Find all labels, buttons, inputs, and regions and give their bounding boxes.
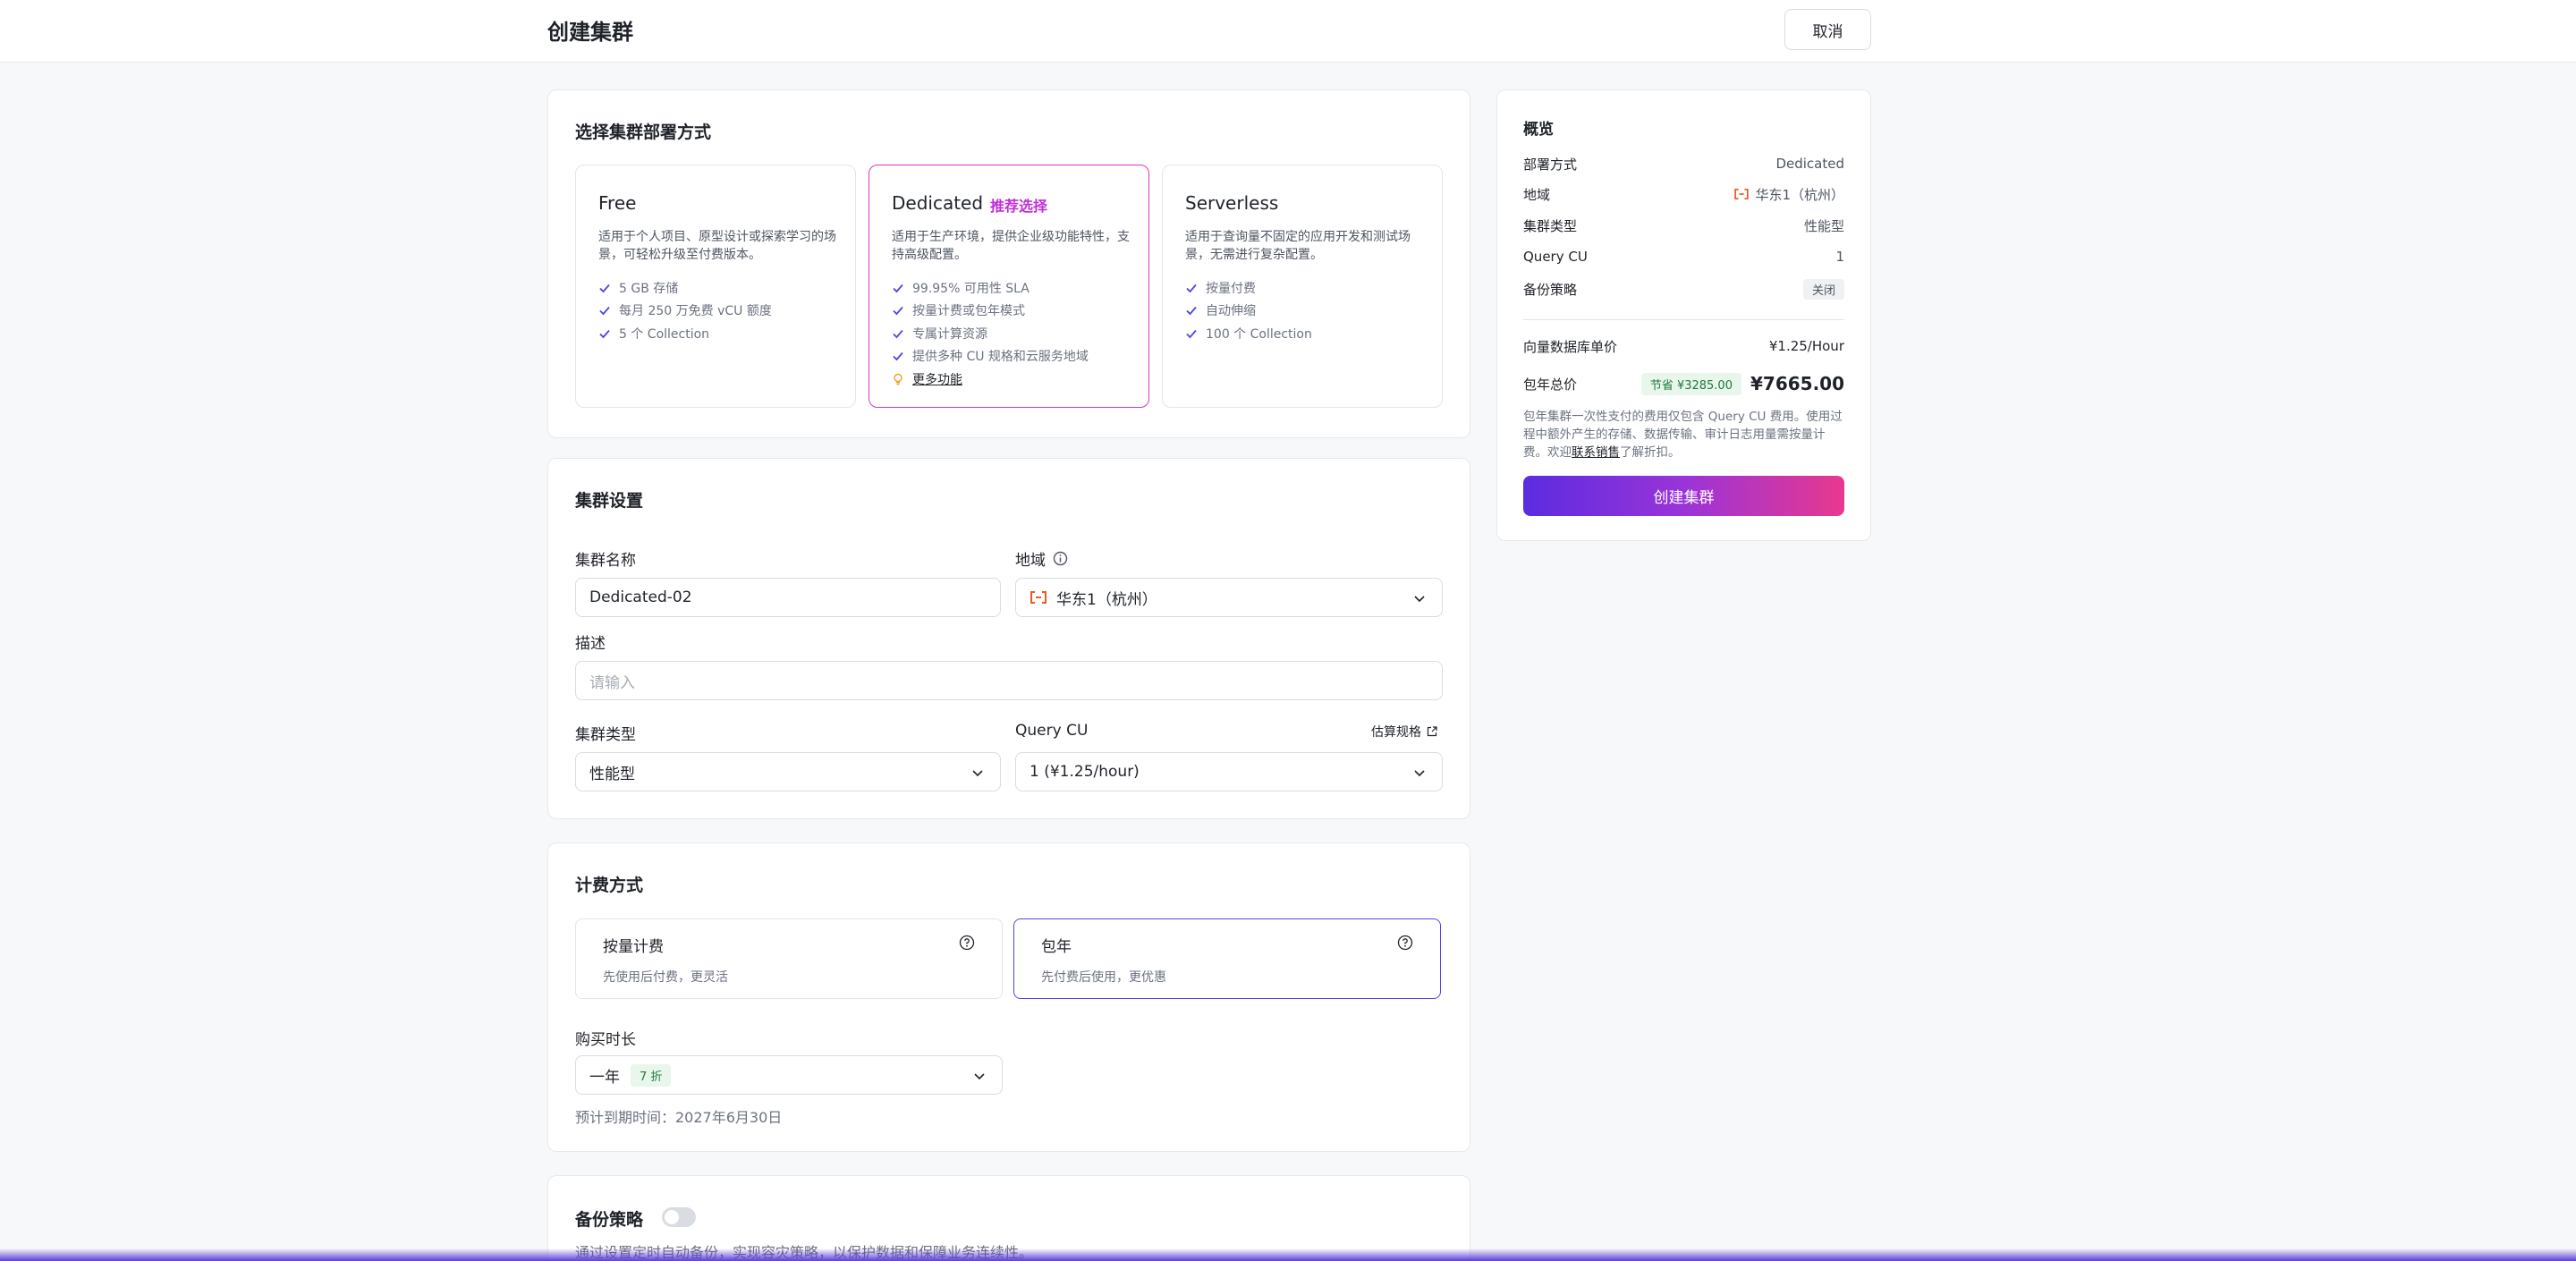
- billing-option-title: 包年: [1041, 938, 1072, 956]
- check-icon: [892, 350, 904, 362]
- backup-section-title: 备份策略: [575, 1210, 644, 1230]
- deploy-option-dedicated[interactable]: Dedicated 推荐选择 适用于生产环境，提供企业级功能特性，支持高级配置。…: [869, 165, 1149, 408]
- deploy-option-name: Serverless: [1185, 192, 1279, 214]
- feature-item: 专属计算资源: [892, 322, 1089, 345]
- unit-price-row: 向量数据库单价 ¥1.25/Hour: [1523, 338, 1844, 355]
- more-features-link[interactable]: 更多功能: [892, 368, 1089, 391]
- summary-row-region: 地域 华东1（杭州）: [1523, 186, 1844, 203]
- billing-option-annual[interactable]: 包年 先付费后使用，更优惠: [1013, 918, 1441, 999]
- billing-option-pay-as-you-go[interactable]: 按量计费 先使用后付费，更灵活: [575, 918, 1003, 999]
- lightbulb-icon: [892, 373, 904, 385]
- feature-list: 按量付费 自动伸缩 100 个 Collection: [1185, 276, 1312, 345]
- external-link-icon: [1427, 726, 1437, 737]
- status-badge: 关闭: [1802, 278, 1844, 300]
- feature-item: 100 个 Collection: [1185, 322, 1312, 345]
- summary-divider: [1523, 319, 1844, 320]
- summary-row-type: 集群类型 性能型: [1523, 217, 1844, 234]
- total-price: ¥7665.00: [1750, 373, 1844, 394]
- check-icon: [892, 327, 904, 340]
- check-icon: [1185, 282, 1198, 294]
- chevron-down-icon: [1413, 766, 1426, 778]
- check-icon: [892, 304, 904, 317]
- billing-section-title: 计费方式: [575, 876, 644, 895]
- recommended-badge: 推荐选择: [990, 198, 1048, 215]
- chevron-down-icon: [971, 766, 984, 778]
- billing-option-desc: 先付费后使用，更优惠: [1041, 970, 1166, 985]
- check-icon: [1185, 327, 1198, 340]
- deployment-section-title: 选择集群部署方式: [575, 123, 712, 142]
- info-icon[interactable]: [1053, 551, 1068, 566]
- check-icon: [598, 304, 611, 317]
- create-cluster-button[interactable]: 创建集群: [1523, 476, 1844, 516]
- query-cu-select[interactable]: 1 (¥1.25/hour): [1015, 752, 1443, 791]
- region-select[interactable]: 华东1（杭州）: [1015, 578, 1443, 617]
- contact-sales-link[interactable]: 联系销售: [1572, 445, 1620, 460]
- deploy-option-name: Free: [598, 192, 637, 214]
- cancel-button[interactable]: 取消: [1784, 9, 1871, 50]
- deploy-option-free[interactable]: Free 适用于个人项目、原型设计或探索学习的场景，可轻松升级至付费版本。 5 …: [575, 165, 856, 408]
- cluster-name-input[interactable]: Dedicated-02: [575, 578, 1001, 617]
- feature-list: 5 GB 存储 每月 250 万免费 vCU 额度 5 个 Collection: [598, 276, 772, 345]
- bottom-edge-gradient: [0, 1248, 2576, 1261]
- check-icon: [1185, 304, 1198, 317]
- description-input[interactable]: 请输入: [575, 661, 1443, 700]
- duration-select[interactable]: 一年 7 折: [575, 1055, 1003, 1095]
- duration-label: 购买时长: [575, 1031, 636, 1049]
- deploy-option-name: Dedicated: [892, 192, 984, 214]
- top-bar: 创建集群 取消: [0, 0, 2576, 63]
- feature-item: 5 GB 存储: [598, 276, 772, 300]
- billing-option-desc: 先使用后付费，更灵活: [603, 970, 728, 985]
- check-icon: [598, 327, 611, 340]
- cluster-name-label: 集群名称: [575, 552, 636, 570]
- summary-row-backup: 备份策略 关闭: [1523, 278, 1844, 300]
- help-icon[interactable]: [1397, 935, 1413, 951]
- cluster-type-label: 集群类型: [575, 726, 636, 744]
- toggle-knob: [665, 1210, 679, 1224]
- settings-section-title: 集群设置: [575, 491, 644, 511]
- cluster-type-select[interactable]: 性能型: [575, 752, 1001, 791]
- deploy-option-description: 适用于生产环境，提供企业级功能特性，支持高级配置。: [892, 230, 1130, 262]
- feature-list: 99.95% 可用性 SLA 按量计费或包年模式 专属计算资源 提供多种 CU …: [892, 276, 1089, 391]
- billing-option-title: 按量计费: [603, 938, 664, 956]
- query-cu-label: Query CU: [1015, 722, 1089, 740]
- check-icon: [892, 282, 904, 294]
- aliyun-logo-icon: [1030, 591, 1047, 604]
- feature-item: 5 个 Collection: [598, 322, 772, 345]
- region-label: 地域: [1015, 547, 1068, 570]
- estimate-spec-link[interactable]: 估算规格: [1371, 723, 1437, 741]
- check-icon: [598, 282, 611, 294]
- deploy-option-description: 适用于查询量不固定的应用开发和测试场景，无需进行复杂配置。: [1185, 230, 1411, 262]
- feature-item: 每月 250 万免费 vCU 额度: [598, 300, 772, 323]
- page-title: 创建集群: [547, 20, 633, 45]
- feature-item: 99.95% 可用性 SLA: [892, 276, 1089, 300]
- chevron-down-icon: [973, 1069, 986, 1081]
- description-label: 描述: [575, 635, 606, 653]
- summary-title: 概览: [1523, 121, 1554, 139]
- aliyun-logo-icon: [1733, 189, 1750, 199]
- discount-badge: 7 折: [631, 1063, 672, 1087]
- backup-toggle[interactable]: [662, 1207, 696, 1227]
- total-price-row: 包年总价 节省 ¥3285.00 ¥7665.00: [1523, 372, 1844, 395]
- expiry-text: 预计到期时间：2027年6月30日: [575, 1109, 783, 1126]
- summary-note: 包年集群一次性支付的费用仅包含 Query CU 费用。使用过程中额外产生的存储…: [1523, 410, 1843, 460]
- deploy-option-description: 适用于个人项目、原型设计或探索学习的场景，可轻松升级至付费版本。: [598, 230, 836, 262]
- help-icon[interactable]: [959, 935, 975, 951]
- feature-item: 自动伸缩: [1185, 300, 1312, 323]
- savings-badge: 节省 ¥3285.00: [1640, 372, 1741, 395]
- summary-row-cu: Query CU 1: [1523, 249, 1844, 265]
- summary-row-deploy: 部署方式 Dedicated: [1523, 156, 1844, 173]
- chevron-down-icon: [1413, 591, 1426, 604]
- feature-item: 按量计费或包年模式: [892, 300, 1089, 323]
- feature-item: 按量付费: [1185, 276, 1312, 300]
- deploy-option-serverless[interactable]: Serverless 适用于查询量不固定的应用开发和测试场景，无需进行复杂配置。…: [1162, 165, 1443, 408]
- feature-item: 提供多种 CU 规格和云服务地域: [892, 345, 1089, 368]
